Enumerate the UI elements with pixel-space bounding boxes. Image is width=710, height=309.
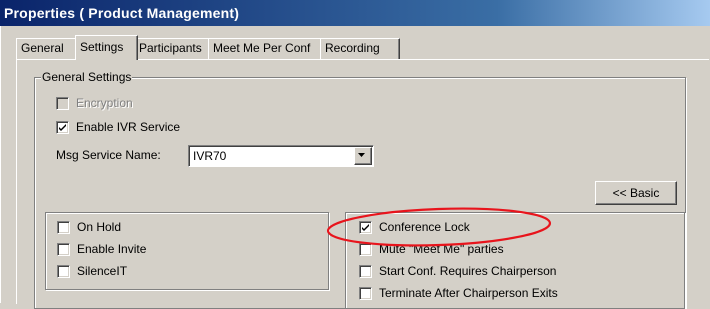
basic-button[interactable]: << Basic — [595, 181, 677, 205]
encryption-label: Encryption — [76, 96, 133, 110]
tab-settings[interactable]: Settings — [75, 35, 138, 60]
silenceit-option: SilenceIT — [57, 264, 127, 278]
tab-meet-me-per-conf[interactable]: Meet Me Per Conf — [208, 38, 322, 59]
enable-invite-label: Enable Invite — [77, 242, 147, 256]
tab-general-label: General — [21, 41, 64, 55]
tab-participants[interactable]: Participants — [134, 38, 210, 59]
conference-lock-label: Conference Lock — [379, 220, 470, 234]
msg-service-value: IVR70 — [193, 149, 227, 163]
window-title: Properties ( Product Management) — [4, 5, 240, 21]
terminate-after-chairperson-exits-checkbox[interactable] — [359, 286, 372, 300]
on-hold-label: On Hold — [77, 220, 122, 234]
tab-meet-me-per-conf-label: Meet Me Per Conf — [213, 41, 311, 55]
general-settings-legend: General Settings — [41, 70, 133, 84]
enable-ivr-label: Enable IVR Service — [76, 120, 181, 134]
checkmark-icon — [59, 123, 66, 131]
encryption-option: Encryption — [56, 96, 133, 110]
terminate-after-chairperson-exits-option: Terminate After Chairperson Exits — [359, 286, 558, 300]
msg-service-name-label: Msg Service Name: — [56, 148, 161, 162]
start-conf-requires-chairperson-label: Start Conf. Requires Chairperson — [379, 264, 557, 278]
checkmark-icon — [362, 223, 369, 231]
silenceit-label: SilenceIT — [77, 264, 128, 278]
on-hold-checkbox[interactable] — [57, 220, 70, 234]
conference-lock-checkbox[interactable] — [359, 220, 372, 234]
dropdown-arrow-button[interactable] — [354, 147, 372, 165]
start-conf-requires-chairperson-checkbox[interactable] — [359, 264, 372, 278]
title-bar: Properties ( Product Management) — [0, 0, 710, 26]
tab-recording[interactable]: Recording — [320, 38, 400, 59]
mute-meet-me-option: Mute "Meet Me" parties — [359, 242, 504, 256]
msg-service-select[interactable]: IVR70 — [188, 145, 374, 167]
tab-general[interactable]: General — [16, 38, 77, 59]
enable-invite-checkbox[interactable] — [57, 242, 70, 256]
terminate-after-chairperson-exits-label: Terminate After Chairperson Exits — [379, 286, 558, 300]
enable-ivr-checkbox[interactable] — [56, 120, 69, 134]
enable-ivr-option: Enable IVR Service — [56, 120, 180, 134]
tab-participants-label: Participants — [139, 41, 202, 55]
mute-meet-me-checkbox[interactable] — [359, 242, 372, 256]
silenceit-checkbox[interactable] — [57, 264, 70, 278]
on-hold-option: On Hold — [57, 220, 121, 234]
chevron-down-icon — [358, 153, 365, 157]
tab-recording-label: Recording — [325, 41, 380, 55]
encryption-checkbox[interactable] — [56, 96, 69, 110]
enable-invite-option: Enable Invite — [57, 242, 146, 256]
tab-settings-label: Settings — [80, 40, 124, 54]
mute-meet-me-label: Mute "Meet Me" parties — [379, 242, 504, 256]
start-conf-requires-chairperson-option: Start Conf. Requires Chairperson — [359, 264, 556, 278]
conference-lock-option: Conference Lock — [359, 220, 470, 234]
